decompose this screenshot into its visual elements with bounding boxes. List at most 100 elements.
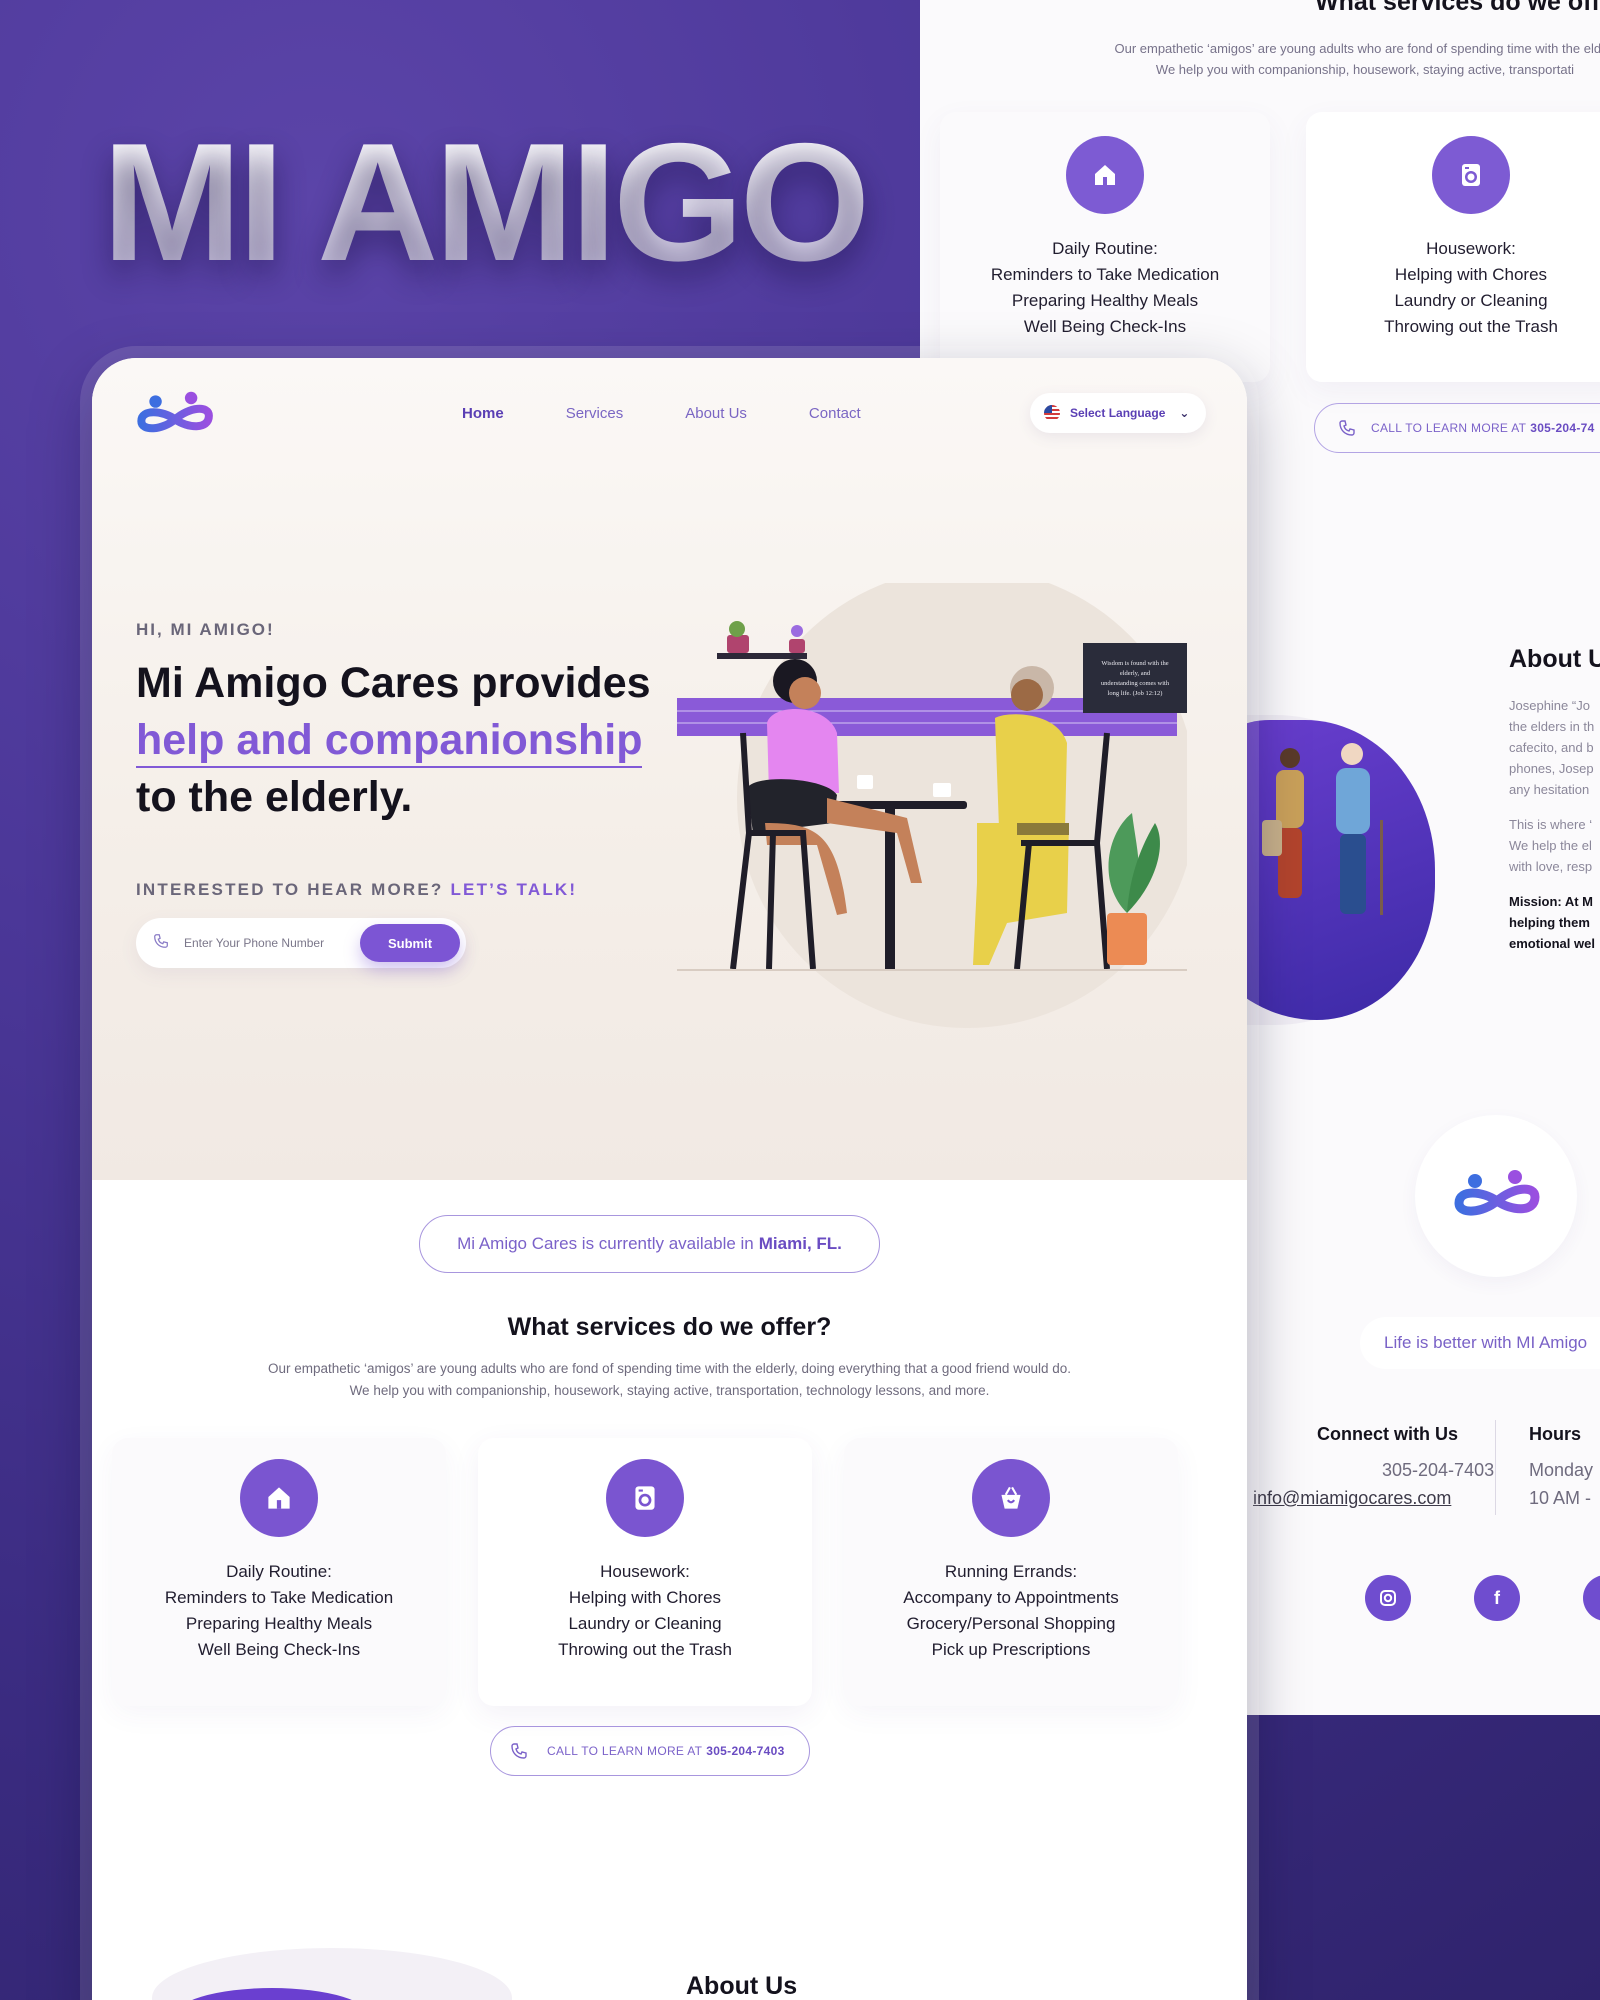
services-desc-line: Our empathetic ‘amigos’ are young adults… (268, 1361, 1071, 1376)
service-card: Daily Routine: Reminders to Take Medicat… (940, 112, 1270, 382)
nav-home[interactable]: Home (462, 405, 504, 422)
service-card: Housework: Helping with Chores Laundry o… (1306, 112, 1600, 382)
hours-title: Hours (1529, 1424, 1582, 1444)
services-desc-line: We help you with companionship, housewor… (349, 1383, 990, 1398)
contact-email-link[interactable]: info@miamigocares.com (1253, 1488, 1451, 1509)
nav-services[interactable]: Services (566, 405, 624, 422)
service-card-line: Pick up Prescriptions (931, 1640, 1091, 1659)
washer-icon (1432, 136, 1510, 214)
nav-contact[interactable]: Contact (809, 405, 861, 422)
services-desc-line: Our empathetic ‘amigos’ are young adults… (1114, 41, 1600, 56)
availability-location: Miami, FL. (758, 1234, 842, 1253)
home-icon (240, 1459, 318, 1537)
call-prefix: CALL TO LEARN MORE AT (547, 1744, 703, 1758)
about-line: the elders in th (1509, 719, 1595, 734)
service-card-line: Well Being Check-Ins (1023, 317, 1187, 336)
service-card-line: Preparing Healthy Meals (1011, 291, 1199, 310)
call-to-learn-more-button[interactable]: CALL TO LEARN MORE AT 305-204-7403 (490, 1726, 810, 1776)
service-card-line: Throwing out the Trash (1384, 317, 1558, 336)
service-card-title: Housework: (600, 1562, 690, 1581)
about-line: Josephine “Jo (1509, 698, 1590, 713)
phone-icon (152, 932, 170, 955)
services-title: What services do we offer (1315, 0, 1600, 16)
phone-signup-form: Submit (136, 918, 466, 968)
service-card-title: Daily Routine: (226, 1562, 332, 1581)
footer-divider (1495, 1420, 1496, 1515)
about-text: Josephine “Jo the elders in th cafecito,… (1509, 695, 1600, 968)
about-line: We help the el (1509, 838, 1592, 853)
service-card-line: Throwing out the Trash (558, 1640, 732, 1659)
service-card-title: Housework: (1426, 239, 1516, 258)
main-page-preview: Home Services About Us Contact Select La… (92, 358, 1247, 2000)
service-card-title: Running Errands: (944, 1562, 1078, 1581)
footer-logo (1415, 1115, 1577, 1277)
contact-phone[interactable]: 305-204-7403 (1382, 1460, 1494, 1481)
mi-amigo-logo[interactable] (136, 388, 216, 445)
home-icon (1066, 136, 1144, 214)
about-line: any hesitation (1509, 782, 1590, 797)
headline-accent: help and companionship (136, 716, 643, 768)
call-to-learn-more-button[interactable]: CALL TO LEARN MORE AT 305-204-74 (1314, 403, 1600, 453)
language-label: Select Language (1070, 406, 1166, 420)
about-title: About U (1509, 645, 1600, 673)
shopping-basket-icon (972, 1459, 1050, 1537)
phone-icon (1337, 418, 1357, 441)
call-number: 305-204-7403 (706, 1744, 785, 1758)
phone-icon (509, 1741, 529, 1764)
services-title: What services do we offer? (507, 1313, 832, 1341)
service-card-line: Grocery/Personal Shopping (906, 1614, 1116, 1633)
hours-time: 10 AM - (1529, 1488, 1592, 1508)
nav-about-us[interactable]: About Us (685, 405, 747, 422)
connect-title: Connect with Us (1317, 1424, 1459, 1444)
availability-text: Mi Amigo Cares is currently available in (457, 1234, 754, 1253)
services-description: Our empathetic ‘amigos’ are young adults… (1015, 38, 1600, 80)
call-prefix: CALL TO LEARN MORE AT (1371, 421, 1527, 435)
hero-illustration: Wisdom is found with the elderly, and unde… (677, 583, 1187, 1028)
service-card-running-errands: Running Errands: Accompany to Appointmen… (844, 1438, 1178, 1706)
service-card-line: Reminders to Take Medication (164, 1588, 394, 1607)
service-card-daily-routine: Daily Routine: Reminders to Take Medicat… (112, 1438, 446, 1706)
twitter-icon[interactable] (1583, 1575, 1600, 1621)
talk-accent: LET’S TALK! (450, 880, 578, 899)
washer-icon (606, 1459, 684, 1537)
services-description: Our empathetic ‘amigos’ are young adults… (92, 1358, 1247, 1402)
mission-line: helping them (1509, 915, 1590, 930)
hero-headline: Mi Amigo Cares provides help and compani… (136, 655, 696, 826)
chevron-down-icon: ⌄ (1179, 406, 1190, 420)
brand-title: MI AMIGO (102, 108, 870, 296)
service-card-title: Daily Routine: (1052, 239, 1158, 258)
facebook-icon[interactable]: f (1474, 1575, 1520, 1621)
hero-kicker: HI, MI AMIGO! (136, 620, 275, 639)
mission-line: emotional wel (1509, 936, 1595, 951)
about-illustration-bg (152, 1948, 512, 2000)
about-line: with love, resp (1509, 859, 1593, 874)
service-card-line: Preparing Healthy Meals (185, 1614, 373, 1633)
headline-line: to the elderly. (136, 773, 413, 821)
submit-button[interactable]: Submit (360, 924, 460, 962)
phone-input[interactable] (184, 936, 344, 950)
tagline-pill: Life is better with MI Amigo (1360, 1317, 1600, 1369)
language-select[interactable]: Select Language ⌄ (1030, 393, 1206, 433)
talk-prefix: INTERESTED TO HEAR MORE? (136, 880, 444, 899)
lets-talk-label: INTERESTED TO HEAR MORE? LET’S TALK! (136, 880, 577, 900)
availability-pill: Mi Amigo Cares is currently available in… (419, 1215, 880, 1273)
headline-line: Mi Amigo Cares provides (136, 659, 651, 707)
services-desc-line: We help you with companionship, housewor… (1155, 62, 1575, 77)
service-card-line: Helping with Chores (568, 1588, 722, 1607)
service-card-line: Laundry or Cleaning (1394, 291, 1548, 310)
service-card-line: Accompany to Appointments (903, 1588, 1119, 1607)
service-card-line: Helping with Chores (1394, 265, 1548, 284)
about-line: cafecito, and b (1509, 740, 1594, 755)
us-flag-icon (1044, 405, 1060, 421)
caregiver-illustration (1262, 743, 1383, 915)
call-number: 305-204-74 (1530, 421, 1595, 435)
about-line: phones, Josep (1509, 761, 1594, 776)
service-card-line: Well Being Check-Ins (197, 1640, 361, 1659)
instagram-icon[interactable] (1365, 1575, 1411, 1621)
hours-day: Monday (1529, 1460, 1594, 1480)
about-line: This is where ‘ (1509, 817, 1593, 832)
mission-line: Mission: At M (1509, 894, 1594, 909)
main-nav: Home Services About Us Contact (462, 405, 923, 422)
service-card-line: Laundry or Cleaning (568, 1614, 722, 1633)
about-title: About Us (686, 1972, 798, 2000)
